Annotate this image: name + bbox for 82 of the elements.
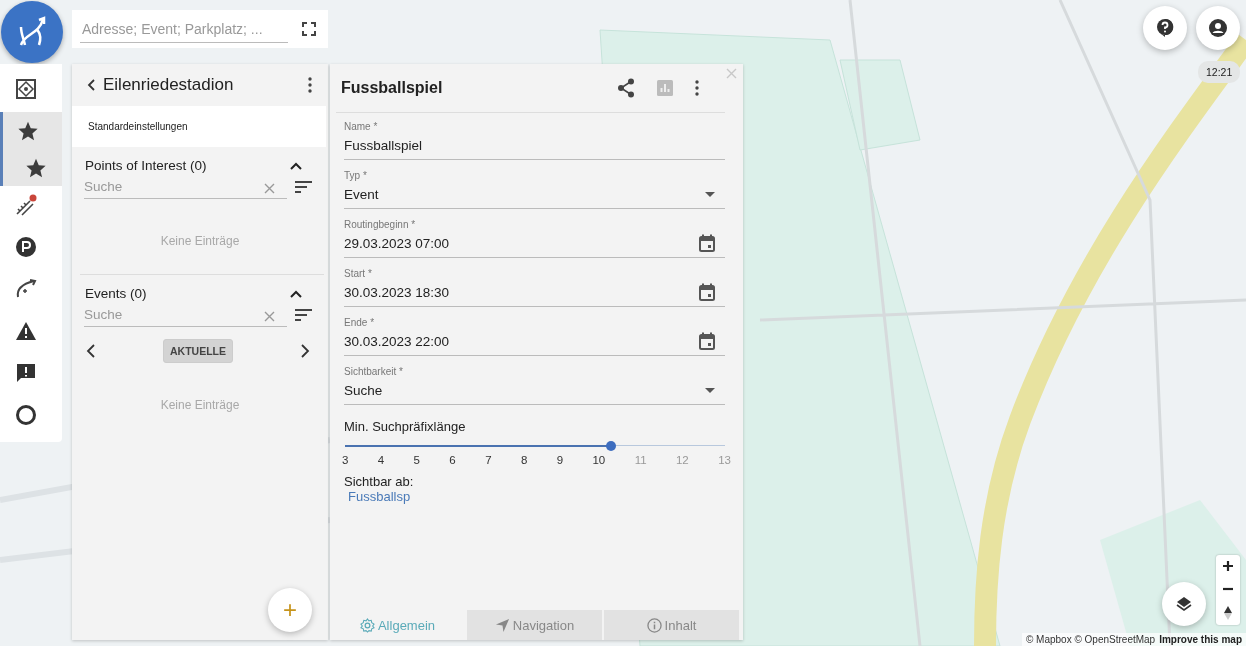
search-field[interactable]: Suche [84, 303, 287, 327]
field-label: Start * [344, 268, 373, 279]
field-value: Fussballspiel [344, 137, 423, 153]
search-field[interactable]: Suche [84, 175, 287, 199]
filter-chip[interactable]: AKTUELLE [163, 339, 233, 363]
section-title: Points of Interest (0) [85, 158, 207, 173]
slider-thumb[interactable] [606, 441, 616, 451]
dropdown-icon[interactable] [705, 387, 715, 393]
field-value: 30.03.2023 22:00 [344, 333, 450, 349]
dropdown-icon[interactable] [705, 191, 715, 197]
tick-label: 9 [556, 454, 564, 466]
tick-label: 7 [485, 454, 492, 466]
tick-label: 4 [377, 454, 385, 466]
tick-label: 13 [718, 454, 731, 466]
circle-icon [15, 403, 37, 426]
field-label: Typ * [344, 170, 368, 181]
form-field[interactable]: Typ * Event [344, 170, 725, 209]
search-field[interactable]: Adresse; Event; Parkplatz; ... [72, 10, 328, 48]
feedback-icon [15, 361, 37, 384]
slider-label: Min. Suchpräfixlänge [344, 419, 467, 434]
help-icon [1156, 18, 1174, 38]
chevron-icon[interactable] [290, 289, 302, 298]
field-label: Routingbeginn * [344, 219, 417, 230]
zoom-in-icon[interactable] [1222, 560, 1234, 573]
settings-row[interactable]: Standardeinstellungen [72, 106, 326, 147]
parking-icon [15, 235, 37, 258]
attribution-text: © Mapbox © OpenStreetMap [1025, 634, 1156, 645]
sort-icon[interactable] [295, 309, 312, 321]
navigation-arrow-icon [494, 617, 510, 633]
sort-icon[interactable] [295, 181, 312, 193]
more-icon[interactable] [695, 80, 699, 96]
form-field[interactable]: Ende * 30.03.2023 22:00 [344, 317, 725, 356]
back-icon[interactable] [86, 78, 96, 92]
form-field[interactable]: Name * Fussballspiel [344, 121, 725, 160]
field-label: Ende * [344, 317, 376, 328]
search-field[interactable]: Adresse; Event; Parkplatz; ... [80, 15, 288, 43]
calendar-icon[interactable] [699, 332, 715, 350]
more-icon[interactable] [308, 77, 312, 93]
form-field[interactable]: Sichtbarkeit * Suche [344, 366, 725, 405]
info-icon [646, 617, 662, 633]
field-value: 29.03.2023 07:00 [344, 235, 450, 251]
field-value: Suche [344, 382, 383, 398]
clear-icon[interactable] [264, 183, 275, 194]
tick-label: 3 [342, 454, 349, 466]
layers-icon [1176, 596, 1192, 612]
chevron-icon[interactable] [290, 161, 302, 170]
tick-label: 10 [592, 454, 606, 466]
previous-icon[interactable] [86, 343, 96, 359]
panel-title: Eilenriedestadion [103, 75, 235, 95]
compass-icon[interactable] [1224, 605, 1232, 620]
field-label: Name * [344, 121, 379, 132]
field-value: 30.03.2023 18:30 [344, 284, 450, 300]
section-title: Events (0) [85, 286, 147, 301]
gear-icon [359, 617, 375, 633]
tick-label: 5 [413, 454, 420, 466]
visible-from-label: Sichtbar ab: [344, 474, 415, 489]
field-label: Sichtbarkeit * [344, 366, 404, 377]
panel-title: Fussballspiel [341, 79, 444, 97]
next-icon[interactable] [300, 343, 310, 359]
time-chip: 12:21 [1198, 61, 1241, 83]
empty-message: Keine Einträge [159, 233, 241, 250]
visible-from-value: Fussballsp [348, 489, 412, 504]
rail-item[interactable] [0, 112, 62, 149]
tick-label: 11 [634, 454, 647, 466]
form-field[interactable]: Routingbeginn * 29.03.2023 07:00 [344, 219, 725, 258]
improve-map-link[interactable]: Improve this map [1159, 634, 1242, 645]
fullscreen-icon[interactable] [302, 22, 316, 36]
clear-icon[interactable] [264, 311, 275, 322]
warning-icon [15, 320, 37, 341]
calendar-icon[interactable] [699, 283, 715, 301]
tick-label: 8 [520, 454, 528, 466]
account-icon [1209, 19, 1227, 37]
form-field[interactable]: Start * 30.03.2023 18:30 [344, 268, 725, 307]
wand-icon [14, 192, 38, 217]
map-icon [15, 77, 37, 100]
field-value: Event [344, 186, 379, 202]
calendar-icon[interactable] [699, 234, 715, 252]
empty-message: Keine Einträge [159, 397, 241, 414]
share-icon[interactable] [617, 78, 635, 98]
rail-item[interactable] [0, 149, 62, 186]
tick-label: 12 [675, 454, 689, 466]
tick-label: 6 [449, 454, 456, 466]
